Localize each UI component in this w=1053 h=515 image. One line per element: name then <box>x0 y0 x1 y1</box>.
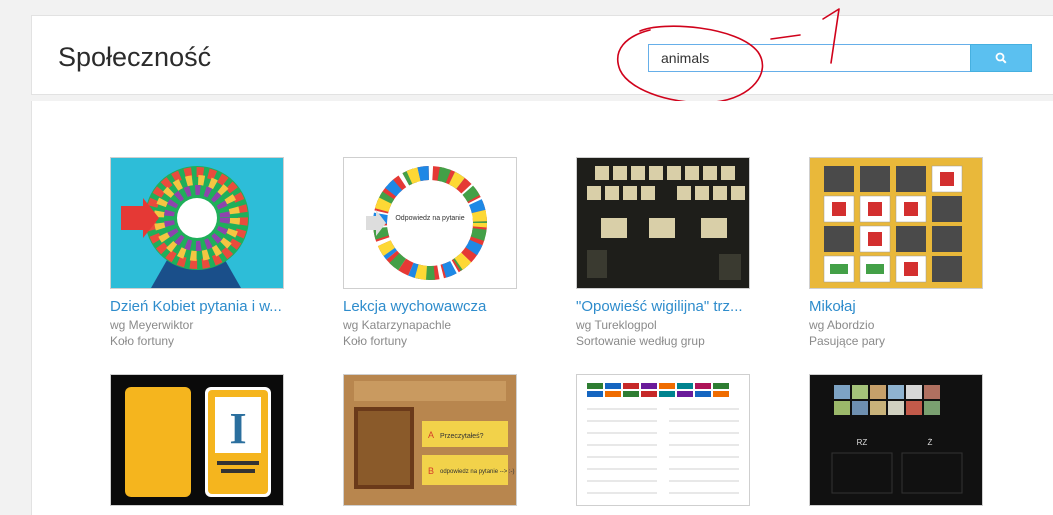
activity-thumbnail[interactable] <box>576 374 750 506</box>
activity-type: Koło fortuny <box>110 334 175 348</box>
quiz-answer-a-text: Przeczytałeś? <box>440 433 484 440</box>
activity-author: wg Tureklogpol <box>576 318 657 332</box>
activity-card[interactable]: Dzień Kobiet pytania i w... wg Meyerwikt… <box>110 157 284 349</box>
activity-card[interactable]: I <box>110 374 284 515</box>
activity-thumbnail[interactable] <box>809 157 983 289</box>
group-sort-thumbnail-image <box>577 158 749 288</box>
activity-card[interactable]: Odpowiedz na pytanie Lekcja wychowawcza … <box>343 157 517 349</box>
activity-title[interactable]: Lekcja wychowawcza <box>343 298 517 315</box>
quiz-thumbnail-image: A Przeczytałeś? B odpowiedz na pytanie -… <box>344 375 516 505</box>
activity-title[interactable]: Dzień Kobiet pytania i w... <box>110 298 284 315</box>
svg-text:B: B <box>428 466 434 476</box>
worksheet-thumbnail-image <box>577 375 749 505</box>
activity-type: Pasujące pary <box>809 334 886 348</box>
activity-thumbnail[interactable] <box>576 157 750 289</box>
search-input[interactable] <box>648 44 982 72</box>
activity-grid: Dzień Kobiet pytania i w... wg Meyerwikt… <box>31 101 1053 515</box>
activity-card[interactable] <box>576 374 750 515</box>
wheel-thumbnail-image: Odpowiedz na pytanie <box>344 158 516 288</box>
activity-thumbnail[interactable]: A Przeczytałeś? B odpowiedz na pytanie -… <box>343 374 517 506</box>
activity-card[interactable]: RZ Ż <box>809 374 983 515</box>
activity-type: Sortowanie według grup <box>576 334 705 348</box>
card-letter-text: I <box>229 404 246 453</box>
activity-title[interactable]: "Opowieść wigilijna" trz... <box>576 298 750 315</box>
quiz-answer-b-text: odpowiedz na pytanie --> :-) <box>440 469 515 475</box>
group-sort-thumbnail-image: RZ Ż <box>810 375 982 505</box>
group-label-rz: RZ <box>857 438 868 447</box>
activity-thumbnail[interactable]: RZ Ż <box>809 374 983 506</box>
wheel-center-text: Odpowiedz na pytanie <box>395 215 464 222</box>
wheel-thumbnail-image <box>111 158 283 288</box>
activity-thumbnail[interactable]: I <box>110 374 284 506</box>
activity-author: wg Meyerwiktor <box>110 318 194 332</box>
group-label-z: Ż <box>928 438 933 447</box>
activity-thumbnail[interactable]: Odpowiedz na pytanie <box>343 157 517 289</box>
activity-author: wg Abordzio <box>809 318 875 332</box>
matching-pairs-thumbnail-image <box>810 158 982 288</box>
activity-title[interactable]: Mikołaj <box>809 298 983 315</box>
activity-card[interactable]: "Opowieść wigilijna" trz... wg Tureklogp… <box>576 157 750 349</box>
page-header: Społeczność <box>31 15 1053 95</box>
activity-card[interactable]: Mikołaj wg Abordzio Pasujące pary <box>809 157 983 349</box>
page-title: Społeczność <box>58 42 212 72</box>
activity-card[interactable]: A Przeczytałeś? B odpowiedz na pytanie -… <box>343 374 517 515</box>
search-button[interactable] <box>970 44 1032 72</box>
activity-type: Koło fortuny <box>343 334 408 348</box>
activity-thumbnail[interactable] <box>110 157 284 289</box>
search-icon <box>995 52 1007 64</box>
svg-text:A: A <box>428 430 434 440</box>
activity-author: wg Katarzynapachle <box>343 318 452 332</box>
flip-cards-thumbnail-image: I <box>111 375 283 505</box>
